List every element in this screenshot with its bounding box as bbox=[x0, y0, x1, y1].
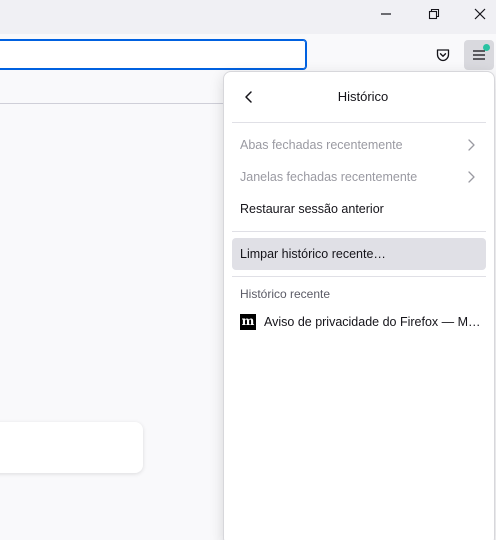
clear-recent-history-label: Limpar histórico recente… bbox=[240, 247, 386, 261]
restore-icon bbox=[428, 8, 440, 20]
restore-button[interactable] bbox=[411, 0, 457, 28]
recent-history-heading: Histórico recente bbox=[240, 287, 331, 301]
history-entry[interactable]: m Aviso de privacidade do Firefox — Moz… bbox=[232, 307, 486, 337]
chevron-right-icon bbox=[468, 139, 475, 151]
clear-history-menu: Limpar histórico recente… bbox=[224, 232, 494, 276]
content-card bbox=[0, 422, 143, 473]
minimize-button[interactable] bbox=[363, 0, 409, 28]
panel-title: Histórico bbox=[337, 89, 389, 104]
recently-closed-tabs-label: Abas fechadas recentemente bbox=[240, 138, 403, 152]
content-divider bbox=[0, 103, 240, 104]
close-icon bbox=[474, 8, 486, 20]
chevron-right-icon bbox=[468, 171, 475, 183]
restore-session-item[interactable]: Restaurar sessão anterior bbox=[232, 193, 486, 225]
recently-closed-windows-label: Janelas fechadas recentemente bbox=[240, 170, 418, 184]
mozilla-favicon-icon: m bbox=[240, 314, 256, 330]
recently-closed-windows-item[interactable]: Janelas fechadas recentemente bbox=[232, 161, 486, 193]
close-window-button[interactable] bbox=[457, 0, 496, 28]
restore-session-label: Restaurar sessão anterior bbox=[240, 202, 384, 216]
panel-header: Histórico bbox=[224, 72, 494, 122]
minimize-icon bbox=[381, 13, 391, 15]
pocket-icon bbox=[436, 49, 450, 62]
navigation-toolbar bbox=[0, 34, 496, 74]
title-bar bbox=[0, 0, 496, 34]
recent-history-section: Histórico recente m Aviso de privacidade… bbox=[224, 277, 494, 343]
history-entry-title: Aviso de privacidade do Firefox — Moz… bbox=[264, 315, 482, 329]
history-panel: Histórico Abas fechadas recentemente Jan… bbox=[223, 71, 495, 540]
history-menu: Abas fechadas recentemente Janelas fecha… bbox=[224, 123, 494, 231]
recently-closed-tabs-item[interactable]: Abas fechadas recentemente bbox=[232, 129, 486, 161]
update-badge-dot bbox=[483, 44, 490, 51]
url-bar[interactable] bbox=[0, 39, 307, 70]
pocket-button[interactable] bbox=[428, 40, 458, 70]
open-menu-button[interactable] bbox=[464, 40, 494, 70]
clear-recent-history-item[interactable]: Limpar histórico recente… bbox=[232, 238, 486, 270]
